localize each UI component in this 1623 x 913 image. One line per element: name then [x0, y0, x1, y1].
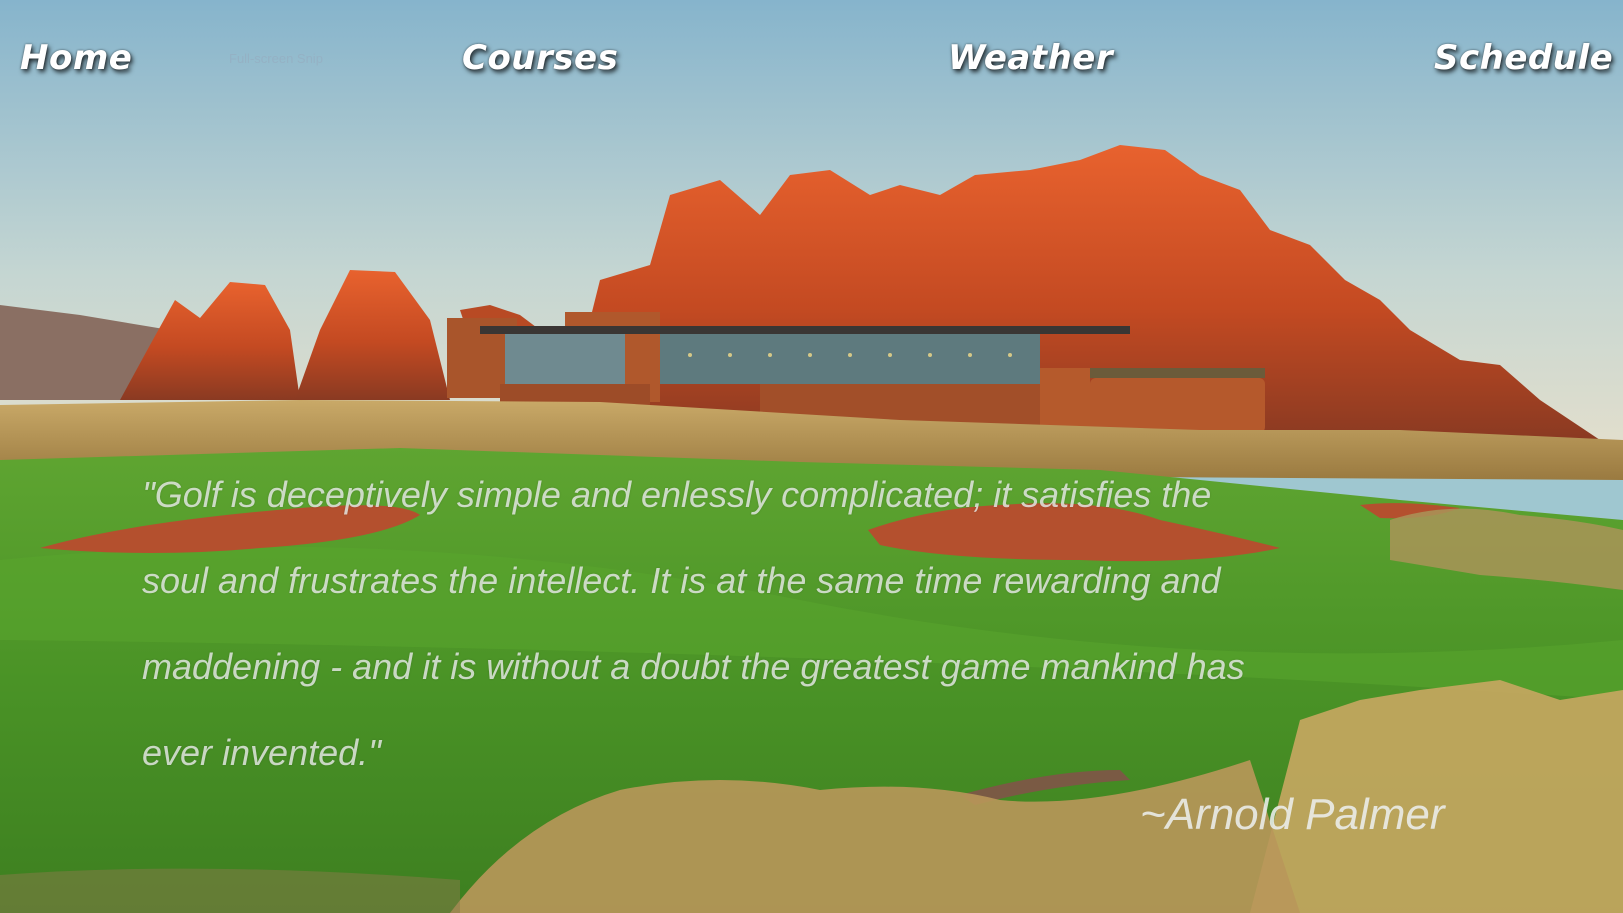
quote-line: soul and frustrates the intellect. It is… [142, 560, 1221, 601]
quote-author: ~Arnold Palmer [1140, 790, 1445, 839]
hero-page: Home Full-screen Snip Courses Weather Sc… [0, 0, 1623, 913]
quote-line: maddening - and it is without a doubt th… [142, 646, 1245, 687]
golf-quote: "Golf is deceptively simple and enlessly… [142, 452, 1512, 796]
quote-line: ever invented." [142, 732, 381, 773]
quote-line: "Golf is deceptively simple and enlessly… [142, 474, 1212, 515]
nav-weather-link[interactable]: Weather [948, 38, 1113, 78]
nav-home-link[interactable]: Home [20, 38, 132, 78]
nav-schedule-link[interactable]: Schedule [1434, 38, 1613, 78]
screen-snip-label: Full-screen Snip [229, 51, 323, 66]
nav-courses-link[interactable]: Courses [462, 38, 618, 78]
